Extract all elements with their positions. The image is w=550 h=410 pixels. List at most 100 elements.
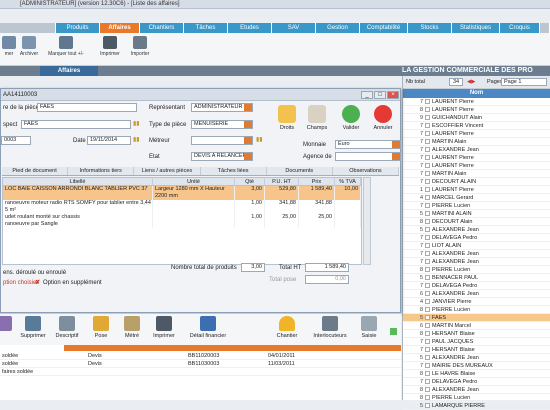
mark-all-button[interactable]: Marquer tout +/- (46, 36, 86, 57)
row-checkbox[interactable] (425, 387, 430, 393)
calendar-icon[interactable]: ▮▮ (133, 136, 140, 143)
minimize-button[interactable]: _ (361, 91, 373, 99)
list-item[interactable]: 8 PIERRE Lucien (403, 306, 550, 314)
grid-row[interactable]: ranoeuvre par Sangle (3, 221, 361, 228)
search-icon[interactable]: ▮▮ (133, 120, 140, 127)
col-libelle[interactable]: Libellé (3, 178, 153, 185)
close-dialog-button[interactable]: × (387, 91, 399, 99)
import-button[interactable]: Importer (125, 36, 155, 57)
list-item[interactable]: 7 LAURENT Pierre (403, 130, 550, 138)
list-item[interactable]: 8 DECOURT Alain (403, 218, 550, 226)
delete-button[interactable]: Supprimer (16, 316, 50, 339)
financial-detail-button[interactable]: Détail financier (188, 316, 228, 339)
row-checkbox[interactable] (425, 179, 430, 185)
rep-select[interactable]: ADMINISTRATEUR (191, 103, 253, 112)
lower-list-item[interactable]: faires soldée (0, 369, 401, 376)
row-checkbox[interactable] (425, 275, 430, 281)
tab-etudes[interactable]: Etudes (228, 23, 272, 33)
row-checkbox[interactable] (425, 139, 430, 145)
date-input[interactable]: 19/11/2014 (87, 136, 131, 145)
tab-pied-document[interactable]: Pied de document (2, 167, 69, 175)
prev-page-icon[interactable]: ◀▶ (467, 79, 475, 85)
row-checkbox[interactable] (425, 147, 430, 153)
archive-button[interactable]: Archiver (14, 36, 44, 57)
row-checkbox[interactable] (425, 355, 430, 361)
tab-stocks[interactable]: Stocks (408, 23, 452, 33)
col-unite[interactable]: Unité (153, 178, 235, 185)
descriptif-button[interactable]: Descriptif (50, 316, 84, 339)
list-item[interactable]: 7 MAIRIE DES MUREAUX (403, 362, 550, 370)
col-tva[interactable]: % TVA (335, 178, 361, 185)
list-item[interactable]: 7 ALEXANDRE Jean (403, 250, 550, 258)
list-item[interactable]: 7 HERSANT Blaise (403, 346, 550, 354)
row-checkbox[interactable] (425, 99, 430, 105)
chantier-button[interactable]: Chantier (270, 316, 304, 339)
row-checkbox[interactable] (425, 291, 430, 297)
tab-liens-pieces[interactable]: Liens / autres pièces (134, 167, 201, 175)
etat-select[interactable]: DEVIS A RELANCER (191, 152, 253, 161)
col-pu[interactable]: P.U. HT (265, 178, 299, 185)
validate-button[interactable]: Valider (337, 105, 365, 131)
print-button[interactable]: Imprimer (95, 36, 125, 57)
maximize-button[interactable]: □ (374, 91, 386, 99)
ref-input[interactable]: FAES (37, 103, 137, 112)
list-item[interactable]: 4 MARCEL Gerard (403, 194, 550, 202)
tab-produits[interactable]: Produits (56, 23, 100, 33)
row-checkbox[interactable] (425, 203, 430, 209)
list-item[interactable]: 7 ALEXANDRE Jean (403, 258, 550, 266)
list-item[interactable]: 8 LE HAVRE Blaise (403, 370, 550, 378)
list-item[interactable]: 8 ALEXANDRE Jean (403, 386, 550, 394)
row-checkbox[interactable] (425, 371, 430, 377)
row-checkbox[interactable] (425, 267, 430, 273)
row-checkbox[interactable] (425, 403, 430, 409)
grid-row[interactable]: ranoeuvre moteur radio RTS SOMFY pour ta… (3, 200, 361, 207)
saisie-button[interactable]: Saisie (352, 316, 386, 339)
row-checkbox[interactable] (425, 115, 430, 121)
grid-row[interactable]: udet roulant monté sur chassis 1,00 25,00 2… (3, 214, 361, 221)
row-checkbox[interactable] (425, 211, 430, 217)
row-checkbox[interactable] (425, 331, 430, 337)
interlocuteurs-button[interactable]: Interlocuteurs (310, 316, 350, 339)
list-item[interactable]: 7 DECOURT ALAIN (403, 178, 550, 186)
list-item[interactable]: 7 DELAVEGA Pedro (403, 378, 550, 386)
agence-select[interactable] (335, 152, 401, 161)
list-item[interactable]: 7 LAURENT Pierre (403, 154, 550, 162)
tab-affaires[interactable]: Affaires (100, 23, 140, 33)
print-document-button[interactable]: Imprimer (147, 316, 181, 339)
list-item[interactable]: 6 MARTIN Marcel (403, 322, 550, 330)
list-item[interactable]: 6 ALEXANDRE Jean (403, 290, 550, 298)
row-checkbox[interactable] (425, 195, 430, 201)
list-item[interactable]: 5 FAES (403, 314, 550, 322)
row-checkbox[interactable] (425, 107, 430, 113)
list-item[interactable]: 9 GUICHANDUT Alain (403, 114, 550, 122)
row-checkbox[interactable] (425, 171, 430, 177)
list-item[interactable]: 8 PIERRE Lucien (403, 266, 550, 274)
list-item[interactable]: 5 ALEXANDRE Jean (403, 226, 550, 234)
list-item[interactable]: 7 LAURENT Pierre (403, 162, 550, 170)
cancel-button[interactable]: Annuler (369, 105, 397, 131)
pencil-button[interactable] (0, 316, 12, 333)
grid-row[interactable]: 5 m² (3, 207, 361, 214)
row-checkbox[interactable] (425, 155, 430, 161)
rights-button[interactable]: Droits (273, 105, 301, 131)
list-item[interactable]: 5 LAMARQUE PIERRE (403, 402, 550, 410)
pose-button[interactable]: Pose (84, 316, 118, 339)
grid-scrollbar[interactable] (363, 177, 371, 265)
list-item[interactable]: 1 LAURENT Pierre (403, 186, 550, 194)
list-item[interactable]: 8 HERSANT Blaise (403, 330, 550, 338)
row-checkbox[interactable] (425, 323, 430, 329)
pages-select[interactable]: Page 1 (501, 78, 547, 86)
row-checkbox[interactable] (425, 123, 430, 129)
row-checkbox[interactable] (425, 363, 430, 369)
row-checkbox[interactable] (425, 227, 430, 233)
grid-row[interactable]: LOC BAIE CAISSON ARRONDI BLANC TABLIER P… (3, 186, 361, 200)
row-checkbox[interactable] (425, 395, 430, 401)
tab-observations[interactable]: Observations (332, 167, 400, 175)
row-checkbox[interactable] (425, 307, 430, 313)
list-item[interactable]: 5 ALEXANDRE Jean (403, 354, 550, 362)
list-item[interactable]: 4 JANVIER Pierre (403, 298, 550, 306)
lower-list-item[interactable]: soldée Devis BB11030003 11/03/2011 (0, 361, 401, 368)
list-item[interactable]: 7 MARTIN Alain (403, 170, 550, 178)
tab-croquis[interactable]: Croquis (500, 23, 540, 33)
tab-sav[interactable]: SAV (272, 23, 316, 33)
